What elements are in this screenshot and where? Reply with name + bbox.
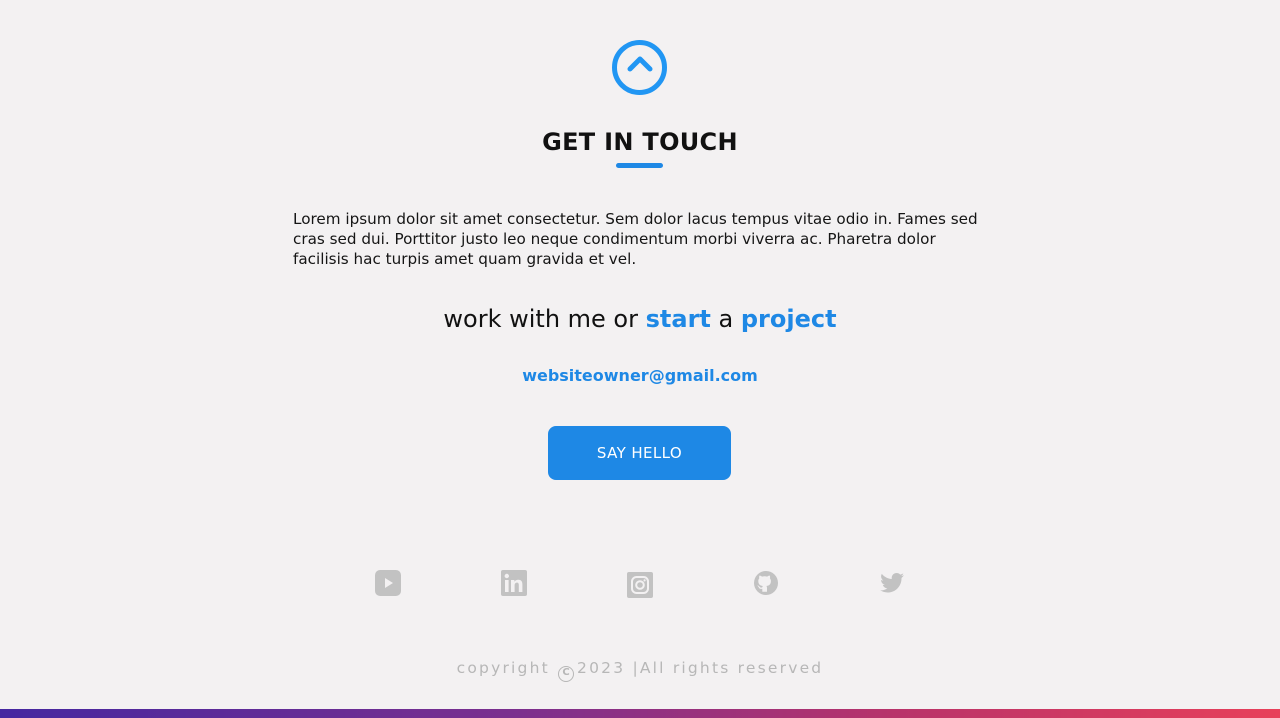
scroll-to-top-button[interactable] (612, 40, 667, 95)
chevron-up-icon (626, 54, 654, 82)
tagline-text-1: work with me or (443, 305, 646, 333)
copyright-year: 2023 (577, 659, 626, 677)
section-title: GET IN TOUCH (542, 128, 738, 156)
youtube-icon (374, 569, 402, 597)
copyright-line: copyright C 2023 |All rights reserved (0, 659, 1280, 682)
contact-page: GET IN TOUCH Lorem ipsum dolor sit amet … (0, 0, 1280, 718)
twitter-icon (878, 569, 906, 597)
copyright-separator: | (632, 659, 640, 677)
tagline-text-2: a (710, 305, 741, 333)
tagline: work with me or start a project (0, 305, 1280, 333)
copyright-label: copyright (456, 659, 550, 677)
intro-paragraph: Lorem ipsum dolor sit amet consectetur. … (293, 210, 978, 268)
instagram-link[interactable] (626, 571, 654, 599)
instagram-icon (626, 571, 654, 599)
twitter-link[interactable] (878, 569, 906, 597)
title-underline (616, 163, 663, 168)
linkedin-link[interactable] (500, 569, 528, 597)
linkedin-icon (500, 569, 528, 597)
youtube-link[interactable] (374, 569, 402, 597)
copyright-symbol-icon: C (558, 666, 575, 682)
tagline-accent-project: project (740, 305, 837, 333)
github-link[interactable] (752, 569, 780, 597)
github-icon (752, 569, 780, 597)
gradient-bottom-bar (0, 709, 1280, 718)
copyright-rights: All rights reserved (639, 659, 824, 677)
say-hello-button[interactable]: SAY HELLO (548, 426, 731, 480)
tagline-accent-start: start (645, 305, 711, 333)
email-link[interactable]: websiteowner@gmail.com (0, 366, 1280, 385)
